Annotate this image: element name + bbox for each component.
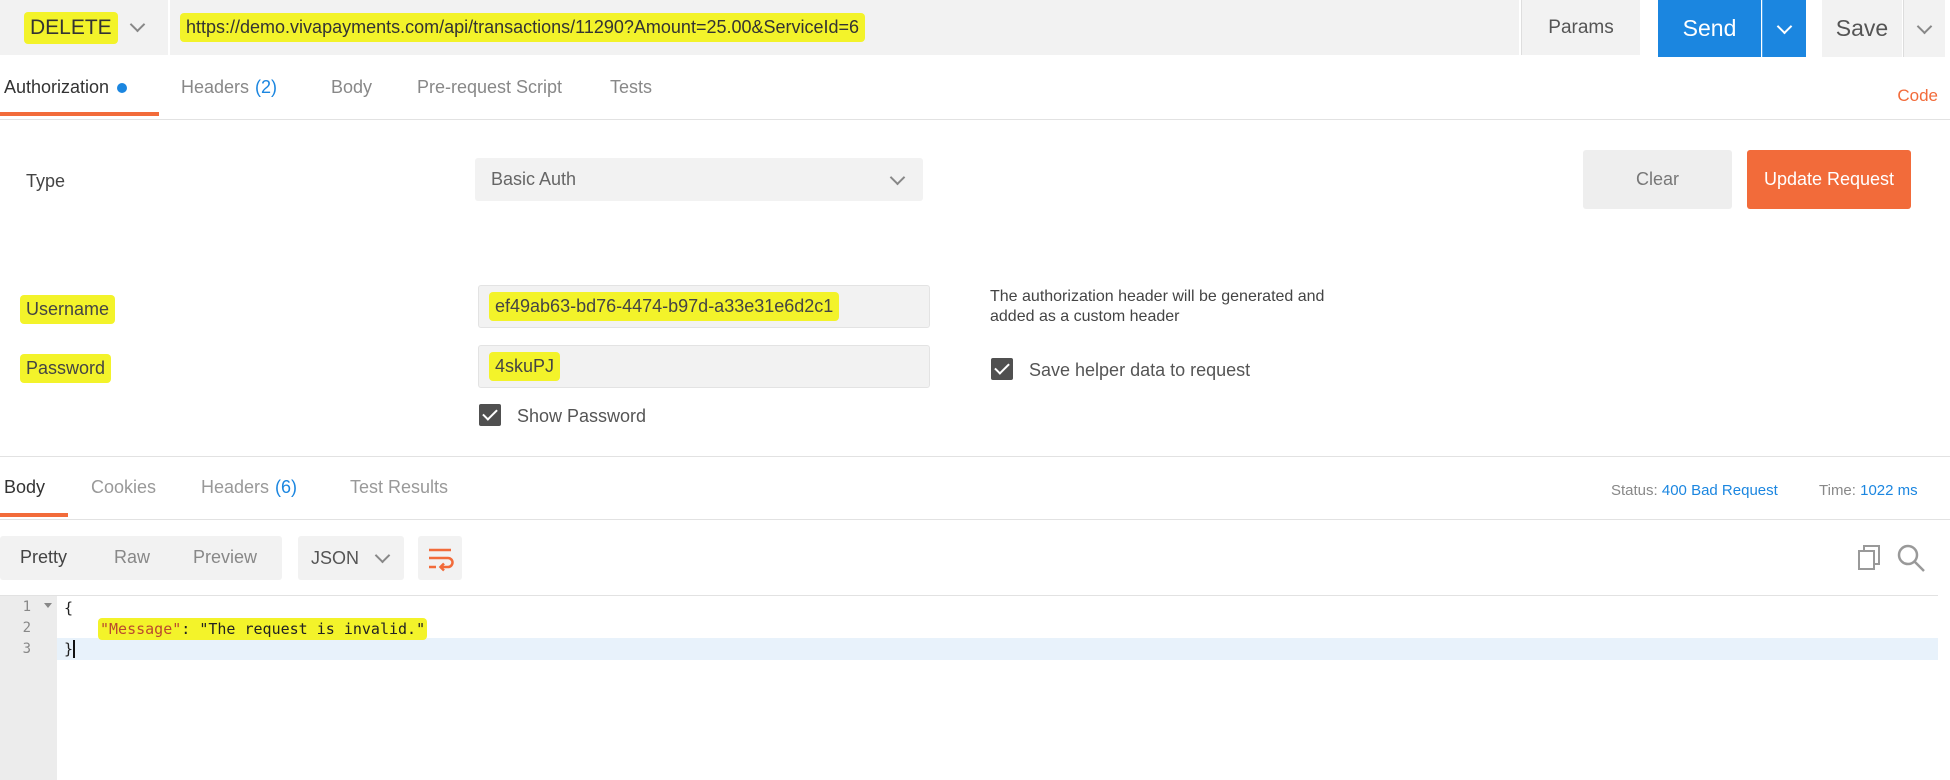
tab-count: (6) — [275, 477, 298, 497]
line-number-gutter: 1 2 3 — [0, 596, 57, 780]
code-line-2: "Message": "The request is invalid." — [100, 620, 426, 638]
password-label: Password — [22, 356, 110, 381]
username-label: Username — [22, 297, 114, 322]
view-pretty-button[interactable]: Pretty — [20, 547, 67, 568]
code-line-3: } — [64, 640, 74, 658]
active-tab-indicator — [0, 513, 68, 517]
tab-body[interactable]: Body — [331, 58, 372, 117]
save-button[interactable]: Save — [1822, 0, 1902, 57]
tab-response-headers[interactable]: Headers (6) — [201, 458, 297, 517]
code-link[interactable]: Code — [1897, 86, 1938, 106]
time-label: Time: — [1819, 482, 1856, 499]
type-label: Type — [26, 171, 66, 191]
status-value: 400 Bad Request — [1661, 482, 1778, 499]
status-readout: Status: 400 Bad Request — [1611, 482, 1778, 499]
params-button[interactable]: Params — [1521, 0, 1640, 55]
tab-cookies[interactable]: Cookies — [91, 458, 156, 517]
copy-icon[interactable] — [1855, 543, 1883, 571]
auth-type-select[interactable]: Basic Auth — [475, 158, 923, 201]
line-number: 1 — [22, 599, 31, 615]
json-key: "Message" — [100, 620, 182, 638]
tab-label: Headers — [181, 77, 250, 97]
tab-label: Body — [331, 77, 373, 97]
json-colon: : — [181, 620, 200, 638]
save-helper-checkbox[interactable] — [991, 358, 1013, 380]
time-value: 1022 ms — [1860, 482, 1918, 499]
chevron-down-icon — [374, 547, 391, 564]
update-request-button[interactable]: Update Request — [1747, 150, 1911, 209]
tab-count: (2) — [255, 77, 278, 97]
send-button[interactable]: Send — [1658, 0, 1761, 57]
tab-label: Pre-request Script — [417, 77, 563, 97]
modified-dot-icon — [117, 82, 128, 93]
active-line-highlight — [57, 638, 1938, 660]
format-select[interactable]: JSON — [298, 536, 404, 580]
tab-headers[interactable]: Headers (2) — [181, 58, 277, 117]
password-field[interactable]: 4skuPJ — [478, 345, 930, 388]
clear-button[interactable]: Clear — [1583, 150, 1732, 209]
section-divider — [0, 456, 1950, 457]
search-icon[interactable] — [1896, 543, 1926, 573]
tab-label: Body — [4, 477, 46, 497]
wrap-lines-button[interactable] — [418, 536, 462, 580]
chevron-down-icon — [1916, 18, 1933, 35]
request-tabs: Authorization Headers (2) Body Pre-reque… — [0, 58, 1950, 120]
auth-type-value: Basic Auth — [491, 169, 577, 189]
format-value: JSON — [311, 547, 360, 568]
chevron-down-icon — [129, 16, 145, 33]
method-select[interactable]: DELETE — [0, 0, 168, 55]
show-password-checkbox[interactable] — [479, 404, 501, 426]
view-preview-button[interactable]: Preview — [193, 547, 257, 568]
auth-help-text: The authorization header will be generat… — [990, 288, 1325, 325]
username-value: ef49ab63-bd76-4474-b97d-a33e31e6d2c1 — [491, 294, 838, 319]
json-value: "The request is invalid." — [199, 620, 426, 638]
chevron-down-icon — [889, 169, 906, 186]
status-label: Status: — [1611, 482, 1658, 499]
save-helper-label: Save helper data to request — [1029, 360, 1251, 380]
tab-label: Cookies — [91, 477, 157, 497]
line-number: 3 — [22, 641, 31, 657]
view-mode-group: Pretty Raw Preview — [0, 536, 282, 580]
fold-arrow-icon[interactable] — [44, 603, 52, 608]
tab-tests[interactable]: Tests — [610, 58, 652, 117]
tab-label: Authorization — [4, 77, 110, 97]
password-value: 4skuPJ — [491, 354, 559, 379]
text-cursor — [73, 640, 75, 658]
send-dropdown-button[interactable] — [1762, 0, 1806, 57]
tab-label: Tests — [610, 77, 653, 97]
request-bar: DELETE https://demo.vivapayments.com/api… — [0, 0, 1950, 57]
tab-authorization[interactable]: Authorization — [4, 58, 128, 117]
save-dropdown-button[interactable] — [1903, 0, 1945, 57]
tab-test-results[interactable]: Test Results — [350, 458, 448, 517]
method-label: DELETE — [26, 13, 116, 42]
chevron-down-icon — [1776, 18, 1793, 35]
line-number: 2 — [22, 620, 31, 636]
wrap-lines-icon — [429, 548, 454, 572]
active-tab-indicator — [0, 112, 159, 116]
view-raw-button[interactable]: Raw — [114, 547, 150, 568]
url-value: https://demo.vivapayments.com/api/transa… — [182, 15, 864, 40]
show-password-label: Show Password — [517, 406, 647, 426]
time-readout: Time: 1022 ms — [1819, 482, 1918, 499]
code-line-1: { — [64, 599, 74, 617]
tab-label: Headers — [201, 477, 270, 497]
tab-pre-request-script[interactable]: Pre-request Script — [417, 58, 562, 117]
username-field[interactable]: ef49ab63-bd76-4474-b97d-a33e31e6d2c1 — [478, 285, 930, 328]
tab-response-body[interactable]: Body — [4, 458, 45, 517]
response-editor[interactable]: 1 2 3 { "Message": "The request is inval… — [0, 595, 1938, 780]
url-input[interactable]: https://demo.vivapayments.com/api/transa… — [170, 0, 1519, 55]
tab-label: Test Results — [350, 477, 449, 497]
